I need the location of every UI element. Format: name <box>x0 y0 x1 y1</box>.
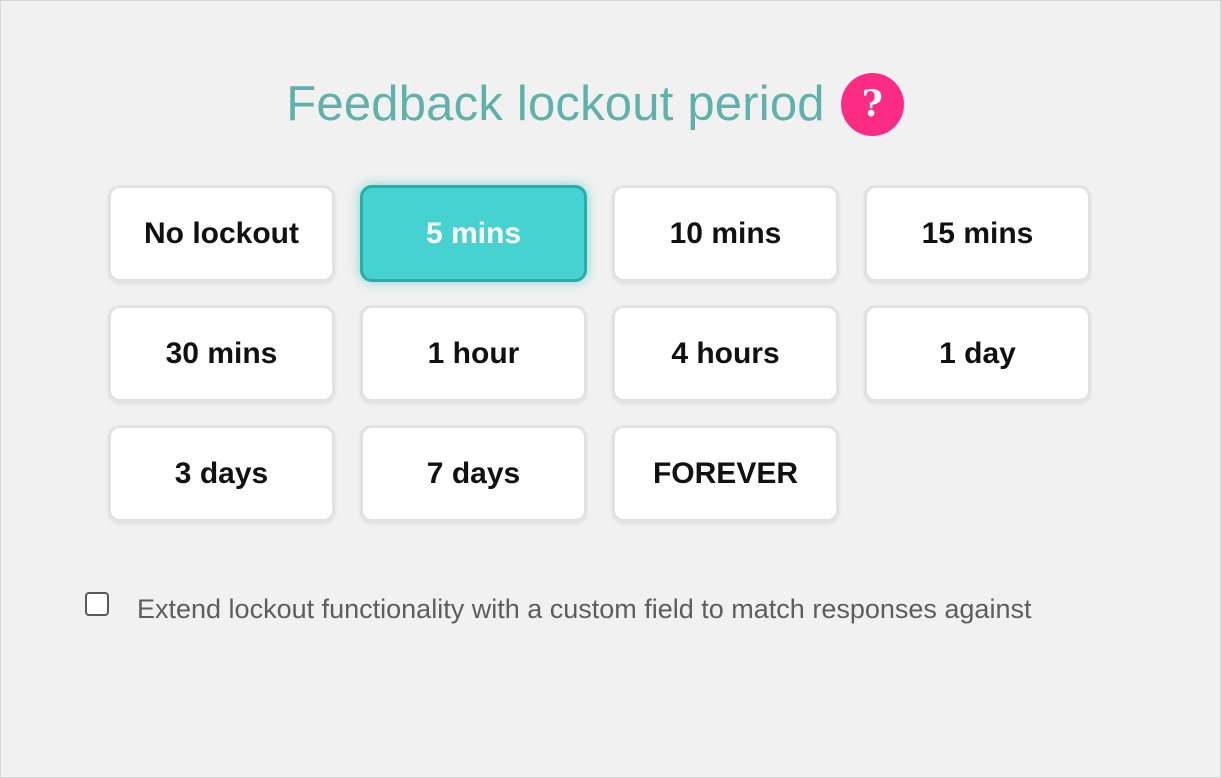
option-5-mins[interactable]: 5 mins <box>360 185 587 282</box>
extend-lockout-row: Extend lockout functionality with a cust… <box>85 592 1045 627</box>
help-icon[interactable]: ? <box>840 72 904 136</box>
option-1-hour[interactable]: 1 hour <box>360 305 587 402</box>
lockout-options-grid: No lockout 5 mins 10 mins 15 mins 30 min… <box>108 185 1091 522</box>
extend-lockout-label: Extend lockout functionality with a cust… <box>137 594 1032 624</box>
option-30-mins[interactable]: 30 mins <box>108 305 335 402</box>
question-mark-glyph: ? <box>861 83 883 125</box>
option-forever[interactable]: FOREVER <box>612 425 839 522</box>
option-4-hours[interactable]: 4 hours <box>612 305 839 402</box>
option-no-lockout[interactable]: No lockout <box>108 185 335 282</box>
option-1-day[interactable]: 1 day <box>864 305 1091 402</box>
option-7-days[interactable]: 7 days <box>360 425 587 522</box>
extend-lockout-checkbox[interactable] <box>85 592 109 616</box>
lockout-settings-panel: Feedback lockout period ? No lockout 5 m… <box>0 0 1221 778</box>
option-10-mins[interactable]: 10 mins <box>612 185 839 282</box>
title-row: Feedback lockout period ? <box>1 69 1189 139</box>
page-title: Feedback lockout period <box>286 76 825 131</box>
option-15-mins[interactable]: 15 mins <box>864 185 1091 282</box>
option-3-days[interactable]: 3 days <box>108 425 335 522</box>
